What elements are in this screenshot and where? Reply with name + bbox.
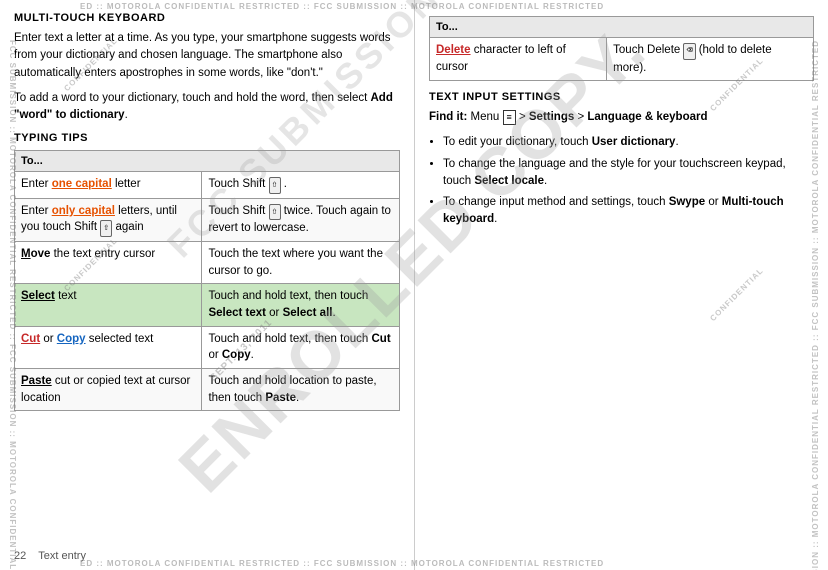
action-cell: Select text — [15, 284, 202, 326]
section-text-input: TEXT INPUT SETTINGS Find it: Menu ≡ > Se… — [429, 91, 814, 229]
bullet-item: To change the language and the style for… — [443, 156, 814, 191]
table-row-select: Select text Touch and hold text, then to… — [15, 284, 400, 326]
cont-table-header: To... — [430, 17, 814, 38]
settings-bullet-list: To edit your dictionary, touch User dict… — [443, 134, 814, 228]
table-row: Move the text entry cursor Touch the tex… — [15, 241, 400, 283]
how-cell: Touch Delete ⌫ (hold to delete more). — [607, 38, 814, 81]
page-number: 22 — [14, 550, 26, 562]
table-row: Cut or Copy selected text Touch and hold… — [15, 326, 400, 368]
table-header: To... — [15, 151, 400, 172]
how-cell: Touch Shift ⇧ twice. Touch again to reve… — [202, 198, 400, 241]
table-row: Delete character to left of cursor Touch… — [430, 38, 814, 81]
table-row: Enter only capital letters, until you to… — [15, 198, 400, 241]
section-typing-tips: TYPING TIPS To... Enter one capital lett… — [14, 132, 400, 411]
right-column: To... Delete character to left of cursor… — [415, 0, 828, 570]
bullet-item: To change input method and settings, tou… — [443, 194, 814, 229]
section-text-input-title: TEXT INPUT SETTINGS — [429, 91, 814, 103]
find-it-text: Find it: Menu ≡ > Settings > Language & … — [429, 109, 814, 126]
typing-tips-table: To... Enter one capital letter Touch Shi… — [14, 150, 400, 411]
how-cell: Touch and hold text, then touch Select t… — [202, 284, 400, 326]
page-container: MULTI-TOUCH KEYBOARD Enter text a letter… — [0, 0, 828, 570]
table-row: Enter one capital letter Touch Shift ⇧ . — [15, 172, 400, 199]
how-cell: Touch Shift ⇧ . — [202, 172, 400, 199]
action-cell: Move the text entry cursor — [15, 241, 202, 283]
action-cell: Enter only capital letters, until you to… — [15, 198, 202, 241]
action-cell: Cut or Copy selected text — [15, 326, 202, 368]
section-multitouch-title: MULTI-TOUCH KEYBOARD — [14, 12, 400, 24]
multitouch-para1: Enter text a letter at a time. As you ty… — [14, 30, 400, 82]
action-cell: Delete character to left of cursor — [430, 38, 607, 81]
section-multitouch: MULTI-TOUCH KEYBOARD Enter text a letter… — [14, 12, 400, 124]
table-row: Paste cut or copied text at cursor locat… — [15, 368, 400, 410]
page-footer: 22 Text entry — [14, 550, 86, 562]
section-typing-title: TYPING TIPS — [14, 132, 400, 144]
left-column: MULTI-TOUCH KEYBOARD Enter text a letter… — [0, 0, 415, 570]
how-cell: Touch the text where you want the cursor… — [202, 241, 400, 283]
bullet-item: To edit your dictionary, touch User dict… — [443, 134, 814, 151]
continuation-table: To... Delete character to left of cursor… — [429, 16, 814, 81]
page-label: Text entry — [38, 550, 86, 562]
action-cell: Paste cut or copied text at cursor locat… — [15, 368, 202, 410]
multitouch-para2: To add a word to your dictionary, touch … — [14, 90, 400, 125]
how-cell: Touch and hold text, then touch Cut or C… — [202, 326, 400, 368]
action-cell: Enter one capital letter — [15, 172, 202, 199]
how-cell: Touch and hold location to paste, then t… — [202, 368, 400, 410]
